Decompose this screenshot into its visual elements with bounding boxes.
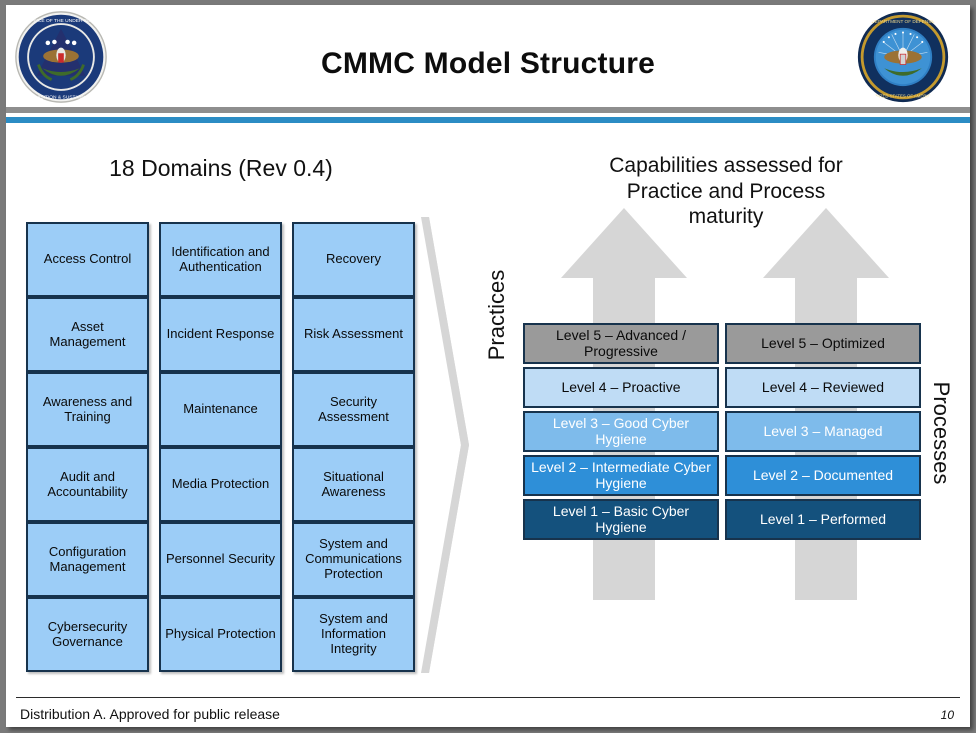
domain-box[interactable]: Risk Assessment — [292, 297, 415, 372]
capabilities-heading-line: Capabilities assessed for — [609, 154, 843, 177]
svg-text:OFFICE OF THE UNDER SEC.: OFFICE OF THE UNDER SEC. — [27, 18, 95, 24]
domain-box[interactable]: Physical Protection — [159, 597, 282, 672]
axis-label-practices: Practices — [484, 269, 509, 361]
header-divider-blue — [6, 117, 970, 123]
department-of-defense-seal-icon: DEPARTMENT OF DEFENSE UNITED STATES OF A… — [857, 11, 949, 103]
footer-divider — [16, 697, 960, 698]
domains-heading: 18 Domains (Rev 0.4) — [109, 155, 333, 181]
domain-box[interactable]: Identification and Authentication — [159, 222, 282, 297]
process-level-box[interactable]: Level 5 – Optimized — [725, 323, 921, 364]
practices-level-column: Level 5 – Advanced / Progressive Level 4… — [523, 323, 719, 543]
slide-header: OFFICE OF THE UNDER SEC. ACQUISITION & S… — [6, 5, 970, 109]
practice-level-box[interactable]: Level 3 – Good Cyber Hygiene — [523, 411, 719, 452]
process-level-box[interactable]: Level 3 – Managed — [725, 411, 921, 452]
svg-text:ACQUISITION & SUSTAINMENT: ACQUISITION & SUSTAINMENT — [25, 94, 97, 100]
practice-level-box[interactable]: Level 1 – Basic Cyber Hygiene — [523, 499, 719, 540]
domain-grid: Access Control Identification and Authen… — [26, 222, 415, 672]
domain-box[interactable]: Awareness and Training — [26, 372, 149, 447]
domain-box[interactable]: System and Information Integrity — [292, 597, 415, 672]
domain-box[interactable]: Personnel Security — [159, 522, 282, 597]
practice-level-box[interactable]: Level 5 – Advanced / Progressive — [523, 323, 719, 364]
domain-box[interactable]: Audit and Accountability — [26, 447, 149, 522]
domain-box[interactable]: Media Protection — [159, 447, 282, 522]
flow-chevron-icon — [421, 217, 469, 673]
practice-level-box[interactable]: Level 4 – Proactive — [523, 367, 719, 408]
domain-box[interactable]: Access Control — [26, 222, 149, 297]
svg-text:DEPARTMENT OF DEFENSE: DEPARTMENT OF DEFENSE — [871, 19, 934, 24]
slide-canvas: OFFICE OF THE UNDER SEC. ACQUISITION & S… — [6, 5, 970, 727]
page-title: CMMC Model Structure — [321, 47, 655, 80]
axis-label-processes: Processes — [929, 381, 954, 485]
domain-box[interactable]: System and Communications Protection — [292, 522, 415, 597]
domain-box[interactable]: Recovery — [292, 222, 415, 297]
domain-box[interactable]: Maintenance — [159, 372, 282, 447]
domain-box[interactable]: Incident Response — [159, 297, 282, 372]
practice-level-box[interactable]: Level 2 – Intermediate Cyber Hygiene — [523, 455, 719, 496]
domain-box[interactable]: Situational Awareness — [292, 447, 415, 522]
svg-text:UNITED STATES OF AMERICA: UNITED STATES OF AMERICA — [872, 93, 933, 98]
processes-level-column: Level 5 – Optimized Level 4 – Reviewed L… — [725, 323, 921, 543]
domain-box[interactable]: Security Assessment — [292, 372, 415, 447]
domain-box[interactable]: Cybersecurity Governance — [26, 597, 149, 672]
capabilities-heading-line: Practice and Process — [626, 179, 826, 203]
header-divider-gray — [6, 107, 970, 113]
process-level-box[interactable]: Level 4 – Reviewed — [725, 367, 921, 408]
process-level-box[interactable]: Level 2 – Documented — [725, 455, 921, 496]
distribution-statement: Distribution A. Approved for public rele… — [20, 706, 280, 722]
process-level-box[interactable]: Level 1 – Performed — [725, 499, 921, 540]
domain-box[interactable]: Configuration Management — [26, 522, 149, 597]
domain-box[interactable]: Asset Management — [26, 297, 149, 372]
page-number: 10 — [940, 708, 954, 722]
